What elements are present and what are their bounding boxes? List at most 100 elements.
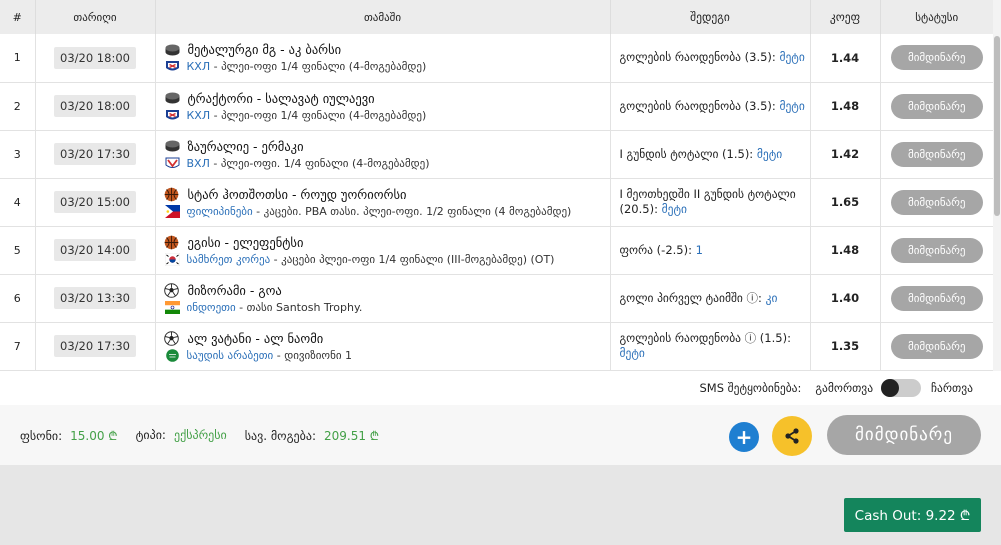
row-date-cell: 03/20 15:00 — [35, 178, 156, 226]
row-date: 03/20 18:00 — [54, 95, 136, 117]
hockey-puck-icon — [164, 139, 181, 153]
row-status-button[interactable]: მიმდინარე — [890, 45, 983, 71]
row-number: 6 — [0, 274, 36, 322]
scrollbar-thumb[interactable] — [994, 36, 1000, 216]
outcome-market: გოლი პირველ ტაიმში ⓘ: — [619, 290, 766, 305]
bet-status-button[interactable]: მიმდინარე — [827, 415, 981, 455]
row-status-cell: მიმდინარე — [880, 226, 993, 274]
row-game-cell: სტარ ჰოთშოთსი - როუდ უორიორსი ფილიპინები … — [155, 178, 611, 226]
row-status-button[interactable]: მიმდინარე — [890, 189, 983, 215]
table-row: 7 03/20 17:30 ალ ვატანი - ალ ნაომი საუდის ა… — [0, 322, 993, 370]
game-league-line: სამხრეთ კორეა - კაცები პლეი-ოფი 1/4 ფინა… — [164, 252, 610, 266]
row-status-button[interactable]: მიმდინარე — [890, 93, 983, 119]
cashout-button[interactable]: Cash Out: 9.22 ₾ — [844, 498, 981, 532]
row-status-cell: მიმდინარე — [880, 322, 993, 370]
row-date-cell: 03/20 18:00 — [35, 82, 156, 130]
sms-toggle[interactable] — [881, 379, 922, 397]
game-league-line: ВХЛ - პლეი-ოფი. 1/4 ფინალი (4-მოგებამდე) — [164, 157, 610, 170]
league-name[interactable]: ინდოეთი — [187, 301, 236, 314]
league-stage: - პლეი-ოფი 1/4 ფინალი (4-მოგებამდე) — [210, 60, 427, 74]
row-date-cell: 03/20 17:30 — [35, 322, 156, 370]
row-status-button[interactable]: მიმდინარე — [890, 141, 983, 167]
league-info: КХЛ - პლეი-ოფი 1/4 ფინალი (4-მოგებამდე) — [187, 109, 427, 122]
row-status-button[interactable]: მიმდინარე — [890, 333, 983, 359]
match-teams[interactable]: მეტალურგი მგ - აკ ბარსი — [188, 42, 342, 57]
league-name[interactable]: სამხრეთ კორეა — [187, 253, 271, 266]
row-game-cell: ტრაქტორი - სალავატ იულაევი КХЛ - პლეი-ოფი… — [155, 82, 611, 130]
game-league-line: საუდის არაბეთი - დივიზიონი 1 — [164, 349, 610, 362]
type-value: ექსპრესი — [173, 428, 227, 442]
row-outcome-cell: გოლების რაოდენობა ⓘ (1.5): მეტი — [610, 322, 811, 370]
match-teams[interactable]: ტრაქტორი - სალავატ იულაევი — [188, 91, 375, 106]
table-row: 2 03/20 18:00 ტრაქტორი - სალავატ იულაევი КХ… — [0, 82, 993, 130]
row-outcome-cell: გოლების რაოდენობა (3.5): მეტი — [610, 82, 811, 130]
possible-win-item: სავ. მოგება: 209.51 ₾ — [245, 427, 379, 444]
row-outcome-cell: I გუნდის ტოტალი (1.5): მეტი — [610, 130, 811, 178]
row-odds: 1.65 — [810, 178, 881, 226]
row-number: 7 — [0, 322, 36, 370]
row-odds: 1.35 — [810, 322, 881, 370]
header-outcome: შედეგი — [610, 0, 811, 34]
header-num: # — [0, 0, 36, 34]
row-outcome-cell: გოლების რაოდენობა (3.5): მეტი — [610, 34, 811, 82]
league-name[interactable]: საუდის არაბეთი — [187, 349, 274, 362]
sms-label: SMS შეტყობინება: — [699, 381, 802, 395]
outcome-market: გოლების რაოდენობა (3.5): — [619, 98, 780, 113]
row-date: 03/20 17:30 — [54, 143, 136, 165]
row-odds: 1.42 — [810, 130, 881, 178]
row-outcome-cell: I მეოთხედში II გუნდის ტოტალი (20.5): მეტ… — [610, 178, 811, 226]
row-date-cell: 03/20 14:00 — [35, 226, 156, 274]
game-league-line: КХЛ - პლეი-ოფი 1/4 ფინალი (4-მოგებამდე) — [164, 60, 610, 73]
match-teams[interactable]: მიზორამი - გოა — [188, 283, 282, 298]
table-scrollbar[interactable] — [993, 0, 1001, 371]
game-teams-line: ზაურალიე - ერმაკი — [164, 139, 610, 154]
row-game-cell: მეტალურგი მგ - აკ ბარსი КХЛ - პლეი-ოფი 1/… — [155, 34, 611, 82]
sms-off-label[interactable]: გამორთვა — [815, 381, 873, 395]
outcome-market: I გუნდის ტოტალი (1.5): — [619, 146, 757, 161]
match-teams[interactable]: სტარ ჰოთშოთსი - როუდ უორიორსი — [188, 187, 407, 202]
league-name[interactable]: КХЛ — [187, 60, 211, 73]
league-stage: - თასი Santosh Trophy. — [235, 300, 363, 314]
outcome-market: გოლების რაოდენობა ⓘ (1.5): — [619, 331, 791, 345]
header-game: თამაში — [155, 0, 611, 34]
table-row: 3 03/20 17:30 ზაურალიე - ერმაკი ВХЛ - პლეი-… — [0, 130, 993, 178]
row-number: 1 — [0, 34, 36, 82]
outcome-pick: მეტი — [756, 146, 783, 161]
row-number: 2 — [0, 82, 36, 130]
row-date-cell: 03/20 13:30 — [35, 274, 156, 322]
row-status-button[interactable]: მიმდინარე — [890, 237, 983, 263]
outcome-pick: კი — [765, 290, 778, 305]
basketball-icon — [164, 187, 181, 202]
outcome-pick: მეტი — [619, 346, 645, 360]
row-game-cell: ალ ვატანი - ალ ნაომი საუდის არაბეთი - დივ… — [155, 322, 611, 370]
match-teams[interactable]: ეგისი - ელეფენტსი — [188, 235, 304, 250]
plus-icon: + — [735, 425, 753, 449]
league-name[interactable]: КХЛ — [187, 109, 211, 122]
league-stage: - კაცები პლეი-ოფი 1/4 ფინალი (III-მოგება… — [270, 252, 555, 266]
row-odds: 1.48 — [810, 82, 881, 130]
game-teams-line: ალ ვატანი - ალ ნაომი — [163, 331, 610, 346]
league-name[interactable]: ВХЛ — [187, 157, 210, 170]
khl-logo-icon — [165, 60, 180, 73]
game-league-line: ფილიპინები - კაცები. PBA თასი. პლეი-ოფი.… — [164, 204, 610, 218]
share-button[interactable] — [772, 416, 812, 456]
soccer-ball-icon — [163, 283, 181, 298]
sms-on-label[interactable]: ჩართვა — [931, 381, 973, 395]
toggle-knob — [881, 379, 900, 397]
game-league-line: ინდოეთი - თასი Santosh Trophy. — [164, 300, 610, 314]
row-date-cell: 03/20 17:30 — [35, 130, 156, 178]
league-name[interactable]: ფილიპინები — [187, 205, 253, 218]
vhl-logo-icon — [165, 157, 180, 170]
match-teams[interactable]: ალ ვატანი - ალ ნაომი — [188, 331, 324, 346]
india-flag-icon — [164, 300, 180, 314]
row-status-cell: მიმდინარე — [880, 82, 993, 130]
match-teams[interactable]: ზაურალიე - ერმაკი — [188, 139, 304, 154]
add-button[interactable]: + — [729, 422, 759, 452]
basketball-icon — [164, 235, 181, 250]
row-status-button[interactable]: მიმდინარე — [890, 285, 983, 311]
game-league-line: КХЛ - პლეი-ოფი 1/4 ფინალი (4-მოგებამდე) — [164, 109, 610, 122]
khl-logo-icon — [165, 109, 180, 122]
table-header-row: # თარიღი თამაში შედეგი კოეფ სტატუსი — [0, 0, 993, 34]
possible-win-label: სავ. მოგება: — [244, 428, 316, 443]
outcome-pick: 1 — [695, 242, 703, 257]
